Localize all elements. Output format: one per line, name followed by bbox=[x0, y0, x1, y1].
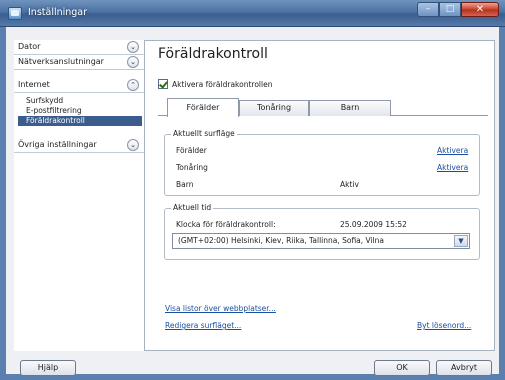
mode-label-teen: Tonåring bbox=[176, 163, 208, 172]
app-icon bbox=[8, 7, 22, 20]
chevron-down-icon[interactable]: ⌄ bbox=[127, 56, 139, 68]
enable-checkbox-label: Aktivera föräldrakontrollen bbox=[172, 79, 273, 89]
timezone-select[interactable]: (GMT+02:00) Helsinki, Kiev, Riika, Talli… bbox=[172, 233, 470, 249]
edit-surf-mode-link[interactable]: Redigera surfläget... bbox=[165, 321, 241, 330]
tab-parent[interactable]: Förälder bbox=[167, 98, 239, 117]
activate-teen-link[interactable]: Aktivera bbox=[437, 163, 468, 172]
minimize-button[interactable]: – bbox=[417, 2, 439, 17]
internet-items: Surfskydd E-postfiltrering Föräldrakontr… bbox=[14, 94, 144, 140]
tab-teen[interactable]: Tonåring bbox=[239, 100, 309, 116]
window-controls: – □ ✕ bbox=[417, 2, 499, 17]
tab-child[interactable]: Barn bbox=[309, 100, 391, 116]
mode-label-parent: Förälder bbox=[176, 146, 207, 155]
chevron-down-icon[interactable]: ⌄ bbox=[127, 41, 139, 53]
ok-button[interactable]: OK bbox=[374, 360, 430, 376]
sidebar-item-email-filter[interactable]: E-postfiltrering bbox=[18, 106, 142, 116]
sidebar: Dator ⌄ Nätverksanslutningar ⌄ Internet … bbox=[14, 40, 145, 351]
category-label: Dator bbox=[18, 42, 41, 51]
status-badge: Aktiv bbox=[340, 180, 359, 189]
clock-label: Klocka för föräldrakontroll: bbox=[176, 220, 276, 229]
window-title: Inställningar bbox=[28, 7, 88, 18]
close-button[interactable]: ✕ bbox=[461, 2, 499, 17]
enable-checkbox[interactable] bbox=[158, 79, 168, 89]
help-button[interactable]: Hjälp bbox=[20, 360, 76, 376]
category-label: Internet bbox=[18, 80, 50, 89]
cancel-button[interactable]: Avbryt bbox=[436, 360, 492, 376]
clock-value: 25.09.2009 15:52 bbox=[340, 220, 407, 229]
category-label: Nätverksanslutningar bbox=[18, 57, 104, 66]
title-bar[interactable]: Inställningar – □ ✕ bbox=[0, 0, 505, 27]
group-legend: Aktuellt surfläge bbox=[171, 129, 237, 138]
current-mode-group: Aktuellt surfläge bbox=[164, 129, 480, 196]
show-site-lists-link[interactable]: Visa listor över webbplatser... bbox=[165, 304, 276, 313]
category-label: Övriga inställningar bbox=[18, 140, 97, 149]
change-password-link[interactable]: Byt lösenord... bbox=[417, 321, 471, 330]
sidebar-category-dator[interactable]: Dator ⌄ bbox=[14, 40, 144, 55]
enable-parental-control[interactable]: Aktivera föräldrakontrollen bbox=[158, 78, 272, 90]
chevron-down-icon[interactable]: ▼ bbox=[454, 235, 468, 247]
sidebar-category-other[interactable]: Övriga inställningar ⌄ bbox=[14, 138, 144, 153]
chevron-up-icon[interactable]: ⌃ bbox=[127, 79, 139, 91]
timezone-value: (GMT+02:00) Helsinki, Kiev, Riika, Talli… bbox=[178, 236, 385, 245]
group-legend: Aktuell tid bbox=[171, 203, 214, 212]
sidebar-category-internet[interactable]: Internet ⌃ bbox=[14, 78, 144, 93]
activate-parent-link[interactable]: Aktivera bbox=[437, 146, 468, 155]
maximize-button[interactable]: □ bbox=[439, 2, 461, 17]
mode-label-child: Barn bbox=[176, 180, 194, 189]
sidebar-category-network[interactable]: Nätverksanslutningar ⌄ bbox=[14, 55, 144, 70]
sidebar-item-surf-protection[interactable]: Surfskydd bbox=[18, 96, 142, 106]
chevron-down-icon[interactable]: ⌄ bbox=[127, 139, 139, 151]
page-title: Föräldrakontroll bbox=[158, 46, 268, 62]
sidebar-item-parental-control[interactable]: Föräldrakontroll bbox=[18, 116, 142, 126]
